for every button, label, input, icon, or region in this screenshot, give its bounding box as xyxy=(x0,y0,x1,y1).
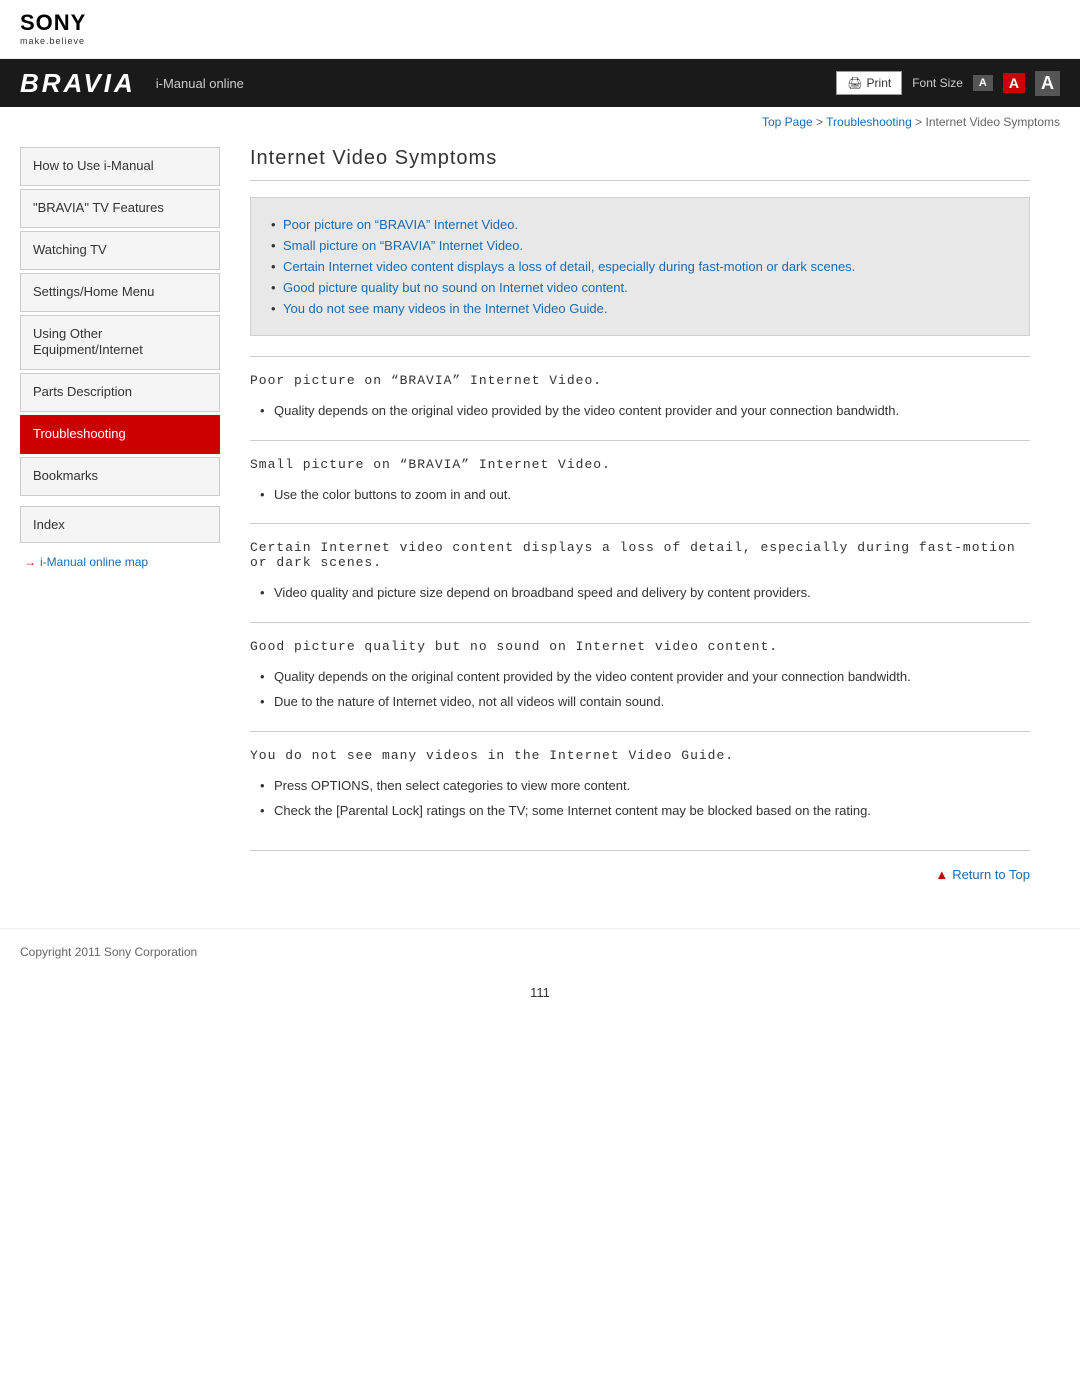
nav-right: 🖨 Print Font Size A A A xyxy=(836,71,1060,96)
bravia-section: BRAVIA i-Manual online xyxy=(20,68,244,99)
sidebar-item-parts[interactable]: Parts Description xyxy=(20,373,220,412)
bravia-logo: BRAVIA xyxy=(20,68,136,99)
sidebar-item-using-other[interactable]: Using Other Equipment/Internet xyxy=(20,315,220,371)
summary-list: Poor picture on “BRAVIA” Internet Video.… xyxy=(271,214,1009,319)
summary-item: Small picture on “BRAVIA” Internet Video… xyxy=(271,235,1009,256)
breadcrumb-sep2: > xyxy=(915,115,925,129)
list-item: Quality depends on the original video pr… xyxy=(260,398,1030,424)
footer: Copyright 2011 Sony Corporation xyxy=(0,928,1080,975)
section-title-2: Certain Internet video content displays … xyxy=(250,540,1030,570)
summary-link-1[interactable]: Small picture on “BRAVIA” Internet Video… xyxy=(283,238,523,253)
breadcrumb-current: Internet Video Symptoms xyxy=(925,115,1060,129)
return-to-top-link[interactable]: ▲Return to Top xyxy=(935,867,1030,882)
section-list-1: Use the color buttons to zoom in and out… xyxy=(250,482,1030,508)
imanual-map-link[interactable]: →i-Manual online map xyxy=(20,555,220,569)
list-item: Press OPTIONS, then select categories to… xyxy=(260,773,1030,799)
imanual-text: i-Manual online xyxy=(156,76,244,91)
sidebar-item-troubleshooting[interactable]: Troubleshooting xyxy=(20,415,220,454)
section-poor-picture: Poor picture on “BRAVIA” Internet Video.… xyxy=(250,356,1030,440)
list-item: Quality depends on the original content … xyxy=(260,664,1030,690)
sidebar-item-bravia-features[interactable]: "BRAVIA" TV Features xyxy=(20,189,220,228)
section-small-picture: Small picture on “BRAVIA” Internet Video… xyxy=(250,440,1030,524)
section-list-0: Quality depends on the original video pr… xyxy=(250,398,1030,424)
breadcrumb-top-page[interactable]: Top Page xyxy=(762,115,813,129)
section-title-4: You do not see many videos in the Intern… xyxy=(250,748,1030,763)
list-item: Video quality and picture size depend on… xyxy=(260,580,1030,606)
summary-item: Certain Internet video content displays … xyxy=(271,256,1009,277)
list-item: Check the [Parental Lock] ratings on the… xyxy=(260,798,1030,824)
summary-link-4[interactable]: You do not see many videos in the Intern… xyxy=(283,301,608,316)
sidebar-item-index[interactable]: Index xyxy=(20,506,220,543)
summary-link-2[interactable]: Certain Internet video content displays … xyxy=(283,259,855,274)
top-header: SONY make.believe xyxy=(0,0,1080,59)
font-medium-button[interactable]: A xyxy=(1003,73,1025,93)
summary-link-3[interactable]: Good picture quality but no sound on Int… xyxy=(283,280,628,295)
font-large-button[interactable]: A xyxy=(1035,71,1060,96)
summary-item: Good picture quality but no sound on Int… xyxy=(271,277,1009,298)
summary-item: You do not see many videos in the Intern… xyxy=(271,298,1009,319)
summary-item: Poor picture on “BRAVIA” Internet Video. xyxy=(271,214,1009,235)
page-number: 111 xyxy=(0,975,1080,1010)
copyright-text: Copyright 2011 Sony Corporation xyxy=(20,945,197,959)
main-layout: How to Use i-Manual "BRAVIA" TV Features… xyxy=(0,137,1080,908)
section-no-videos: You do not see many videos in the Intern… xyxy=(250,731,1030,840)
section-title-1: Small picture on “BRAVIA” Internet Video… xyxy=(250,457,1030,472)
breadcrumb: Top Page > Troubleshooting > Internet Vi… xyxy=(0,107,1080,137)
section-loss-of-detail: Certain Internet video content displays … xyxy=(250,523,1030,622)
section-title-0: Poor picture on “BRAVIA” Internet Video. xyxy=(250,373,1030,388)
summary-link-0[interactable]: Poor picture on “BRAVIA” Internet Video. xyxy=(283,217,518,232)
summary-box: Poor picture on “BRAVIA” Internet Video.… xyxy=(250,197,1030,336)
list-item: Due to the nature of Internet video, not… xyxy=(260,689,1030,715)
section-list-3: Quality depends on the original content … xyxy=(250,664,1030,715)
breadcrumb-sep1: > xyxy=(816,115,826,129)
print-icon: 🖨 xyxy=(847,76,862,90)
sidebar: How to Use i-Manual "BRAVIA" TV Features… xyxy=(20,147,220,908)
content-area: Internet Video Symptoms Poor picture on … xyxy=(220,137,1060,908)
sidebar-item-settings[interactable]: Settings/Home Menu xyxy=(20,273,220,312)
list-item: Use the color buttons to zoom in and out… xyxy=(260,482,1030,508)
page-title: Internet Video Symptoms xyxy=(250,147,1030,181)
font-size-label: Font Size xyxy=(912,76,963,90)
breadcrumb-troubleshooting[interactable]: Troubleshooting xyxy=(826,115,912,129)
section-title-3: Good picture quality but no sound on Int… xyxy=(250,639,1030,654)
arrow-right-icon: → xyxy=(24,555,36,569)
sidebar-item-bookmarks[interactable]: Bookmarks xyxy=(20,457,220,496)
section-list-4: Press OPTIONS, then select categories to… xyxy=(250,773,1030,824)
print-label: Print xyxy=(867,76,892,90)
print-button[interactable]: 🖨 Print xyxy=(836,71,902,95)
sidebar-item-watching-tv[interactable]: Watching TV xyxy=(20,231,220,270)
nav-bar: BRAVIA i-Manual online 🖨 Print Font Size… xyxy=(0,59,1080,107)
sony-logo: SONY xyxy=(20,12,86,34)
font-small-button[interactable]: A xyxy=(973,75,993,91)
return-to-top: ▲Return to Top xyxy=(250,850,1030,898)
sidebar-item-how-to-use[interactable]: How to Use i-Manual xyxy=(20,147,220,186)
triangle-up-icon: ▲ xyxy=(935,867,948,882)
section-list-2: Video quality and picture size depend on… xyxy=(250,580,1030,606)
section-no-sound: Good picture quality but no sound on Int… xyxy=(250,622,1030,731)
sony-tagline: make.believe xyxy=(20,36,86,46)
